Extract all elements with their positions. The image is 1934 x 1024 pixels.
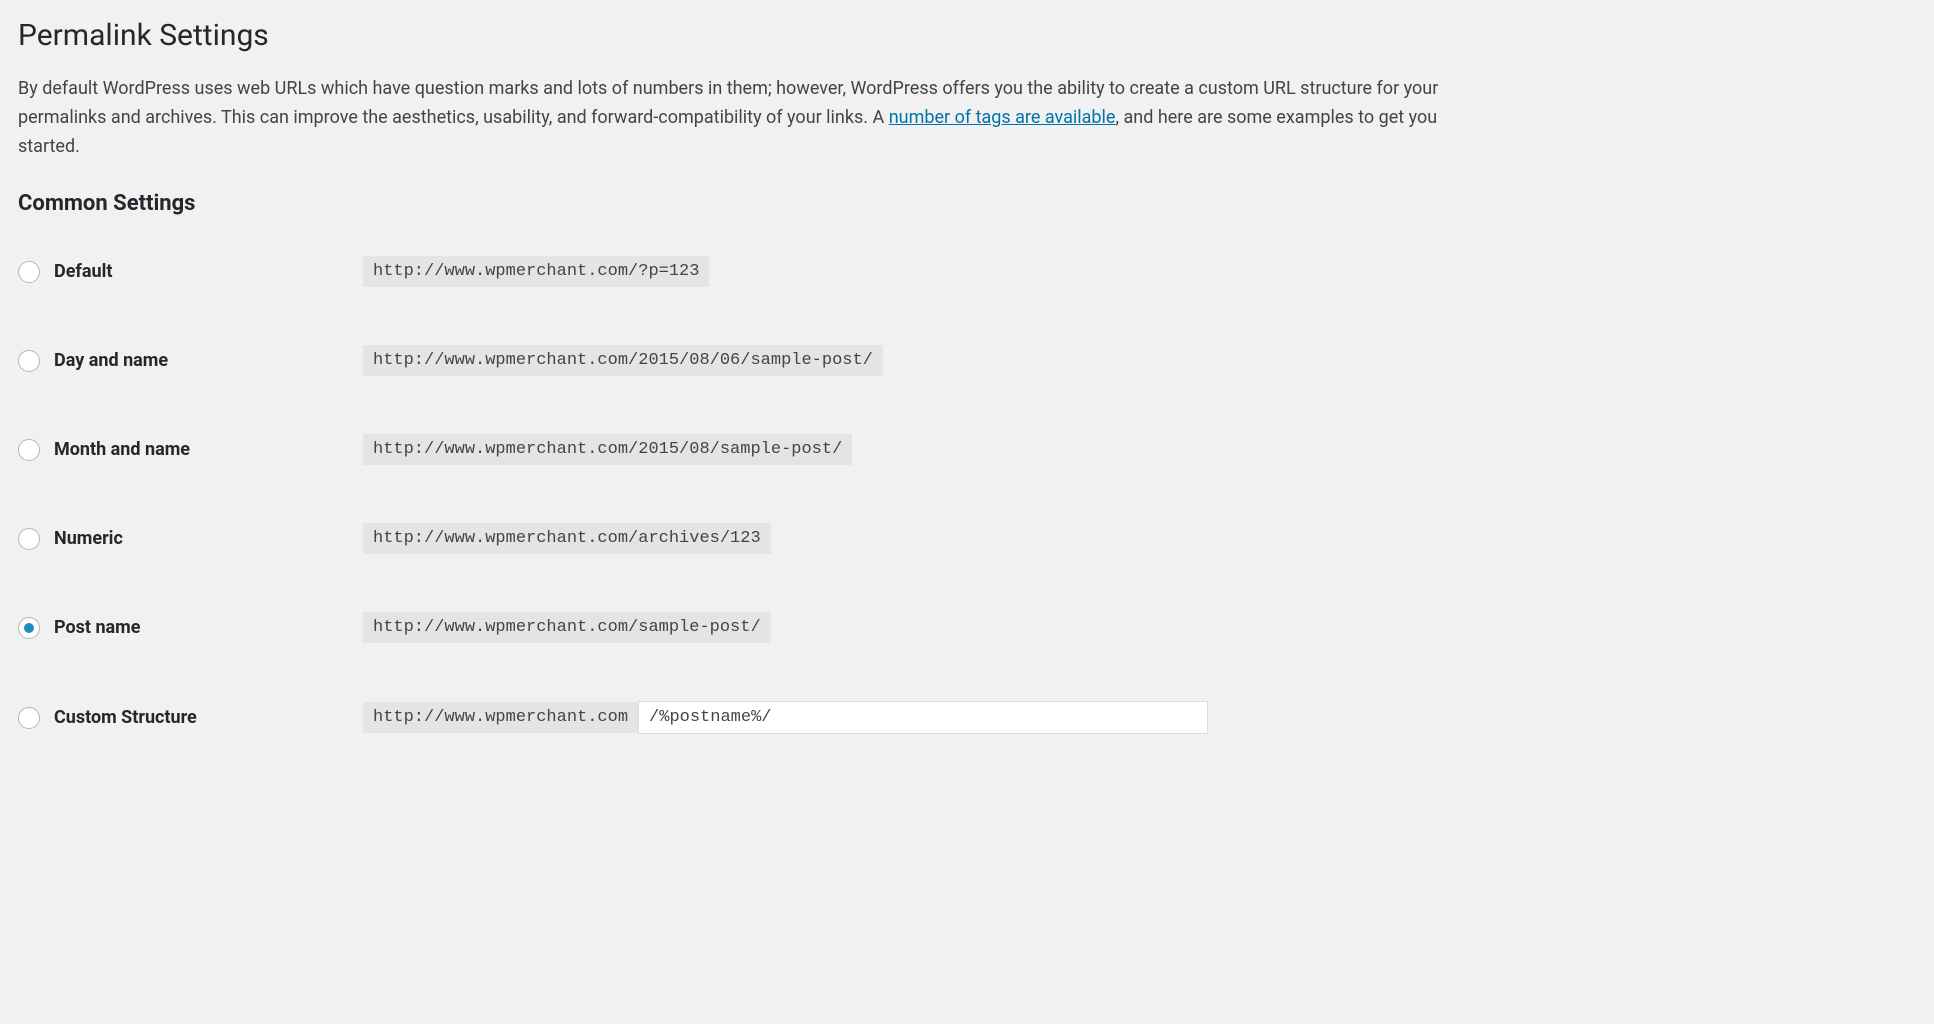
setting-row-post-name: Post name http://www.wpmerchant.com/samp… (18, 612, 1916, 643)
common-settings-heading: Common Settings (18, 191, 1916, 216)
radio-numeric[interactable] (18, 528, 40, 550)
label-month-and-name: Month and name (54, 439, 190, 460)
page-description: By default WordPress uses web URLs which… (18, 75, 1478, 161)
example-post-name: http://www.wpmerchant.com/sample-post/ (363, 612, 771, 643)
example-numeric: http://www.wpmerchant.com/archives/123 (363, 523, 771, 554)
label-day-and-name: Day and name (54, 350, 168, 371)
label-default: Default (54, 261, 112, 282)
custom-structure-input[interactable] (638, 701, 1208, 734)
page-title: Permalink Settings (18, 18, 1916, 53)
setting-row-custom-structure: Custom Structure http://www.wpmerchant.c… (18, 701, 1916, 734)
setting-row-default: Default http://www.wpmerchant.com/?p=123 (18, 256, 1916, 287)
label-post-name: Post name (54, 617, 141, 638)
radio-default[interactable] (18, 261, 40, 283)
setting-row-numeric: Numeric http://www.wpmerchant.com/archiv… (18, 523, 1916, 554)
label-numeric: Numeric (54, 528, 123, 549)
custom-base-url: http://www.wpmerchant.com (363, 702, 638, 733)
example-month-and-name: http://www.wpmerchant.com/2015/08/sample… (363, 434, 852, 465)
tags-available-link[interactable]: number of tags are available (889, 107, 1116, 128)
radio-post-name[interactable] (18, 617, 40, 639)
example-day-and-name: http://www.wpmerchant.com/2015/08/06/sam… (363, 345, 883, 376)
radio-custom-structure[interactable] (18, 707, 40, 729)
setting-row-month-and-name: Month and name http://www.wpmerchant.com… (18, 434, 1916, 465)
example-default: http://www.wpmerchant.com/?p=123 (363, 256, 709, 287)
radio-month-and-name[interactable] (18, 439, 40, 461)
setting-row-day-and-name: Day and name http://www.wpmerchant.com/2… (18, 345, 1916, 376)
label-custom-structure: Custom Structure (54, 707, 197, 728)
radio-day-and-name[interactable] (18, 350, 40, 372)
